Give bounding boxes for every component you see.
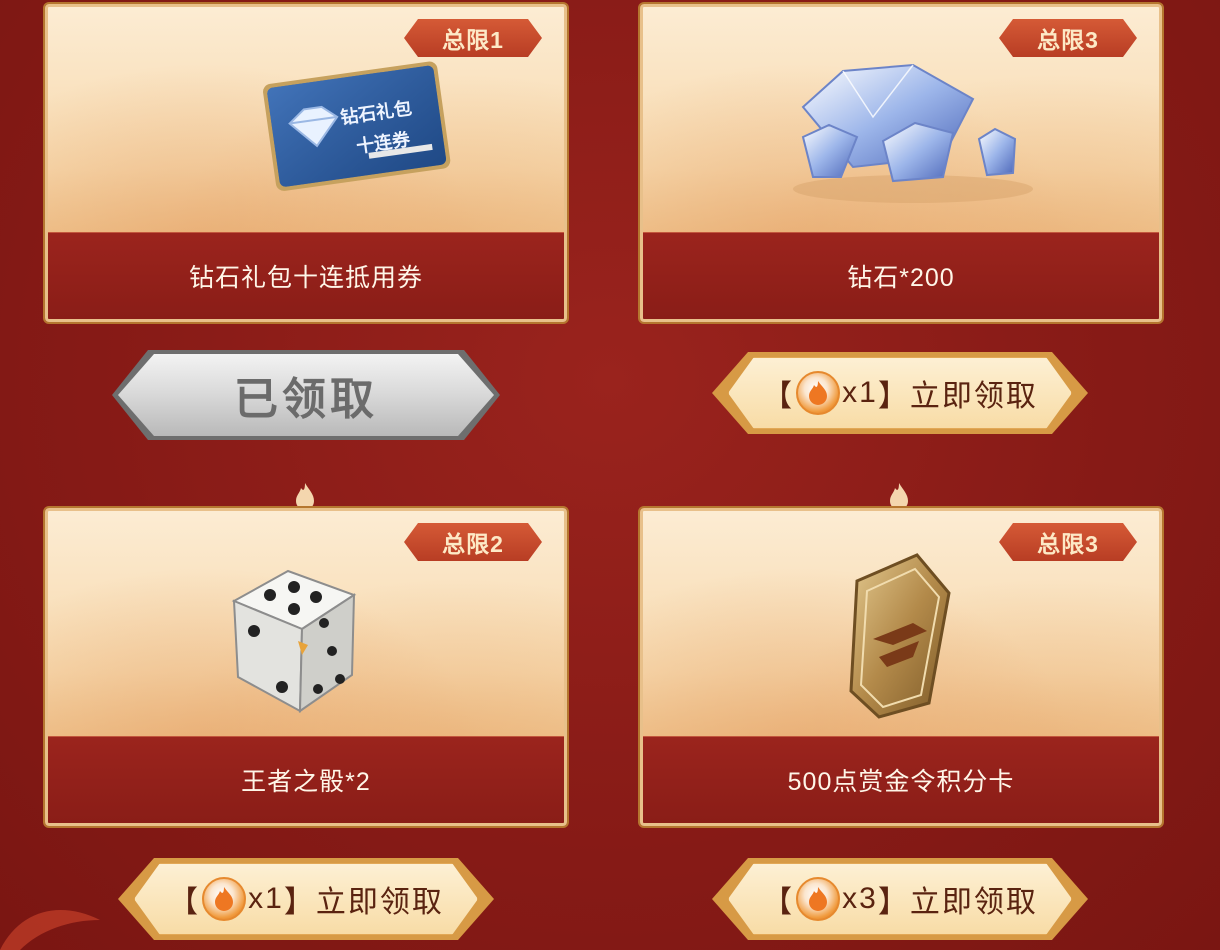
claimed-label: 已领取 [234, 375, 378, 424]
limit-label: 总限1 [442, 27, 504, 53]
card-title-band: 钻石礼包十连抵用券 [48, 232, 564, 319]
bracket-close: 】 [283, 886, 316, 919]
limit-tag: 总限1 [404, 19, 542, 57]
bracket-open: 【 [762, 886, 795, 919]
fire-token-icon [796, 877, 841, 921]
claim-action: 立即领取 [315, 886, 444, 919]
reward-card-diamonds: 总限3 钻石*200 [640, 4, 1162, 322]
bracket-close: 】 [877, 380, 910, 413]
token-cost: x1 [248, 882, 284, 915]
limit-tag: 总限3 [999, 523, 1137, 561]
bracket-open: 【 [168, 886, 201, 919]
claim-button[interactable]: 【 x1 】 立即领取 [712, 352, 1088, 434]
limit-label: 总限3 [1037, 531, 1099, 557]
card-title-band: 钻石*200 [643, 232, 1159, 319]
bracket-close: 】 [877, 886, 910, 919]
card-title: 王者之骰*2 [241, 768, 371, 796]
claim-label: 【 x3 】 立即领取 [762, 877, 1038, 921]
reward-card-bounty-points: 总限3 500点赏金令积分卡 [640, 508, 1162, 826]
claimed-button: 已领取 [118, 354, 494, 436]
claim-button[interactable]: 【 x1 】 立即领取 [118, 858, 494, 940]
claim-action: 立即领取 [909, 380, 1038, 413]
fire-token-icon [796, 371, 841, 415]
limit-label: 总限2 [442, 531, 504, 557]
reward-card-dice: 总限2 王者之骰*2 [45, 508, 567, 826]
token-cost: x1 [842, 376, 878, 409]
claim-button[interactable]: 【 x3 】 立即领取 [712, 858, 1088, 940]
card-title-band: 500点赏金令积分卡 [643, 736, 1159, 823]
fire-token-icon [202, 877, 247, 921]
card-title: 钻石*200 [847, 264, 955, 292]
claim-action: 立即领取 [909, 886, 1038, 919]
limit-label: 总限3 [1037, 27, 1099, 53]
claim-label: 【 x1 】 立即领取 [762, 371, 1038, 415]
swirl-deco-icon [0, 910, 100, 950]
reward-card-diamond-voucher: 钻石礼包 十连券 总限1 钻石礼包十连抵用券 [45, 4, 567, 322]
card-title: 钻石礼包十连抵用券 [188, 264, 423, 292]
token-cost: x3 [842, 882, 878, 915]
limit-tag: 总限2 [404, 523, 542, 561]
bracket-open: 【 [762, 380, 795, 413]
limit-tag: 总限3 [999, 19, 1137, 57]
claim-label: 【 x1 】 立即领取 [168, 877, 444, 921]
card-title: 500点赏金令积分卡 [787, 768, 1015, 796]
card-title-band: 王者之骰*2 [48, 736, 564, 823]
